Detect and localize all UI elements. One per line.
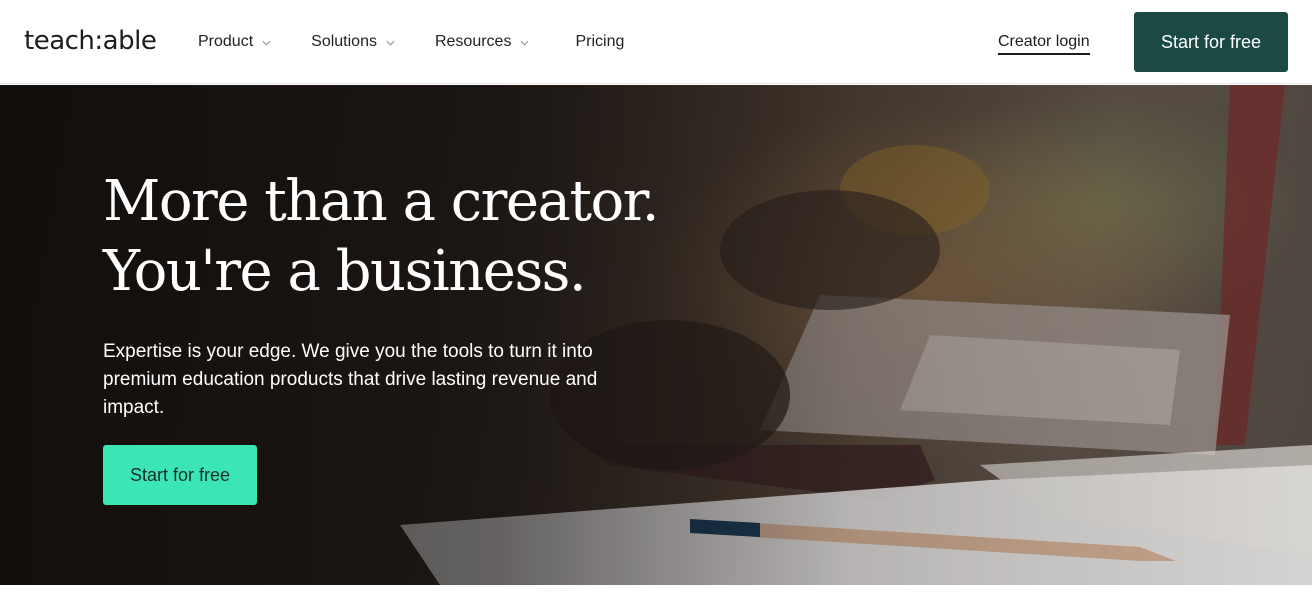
hero-section: More than a creator. You're a business. … bbox=[0, 85, 1312, 585]
nav-solutions-label: Solutions bbox=[311, 33, 377, 50]
hero-overlay bbox=[0, 85, 1312, 585]
hero-title: More than a creator. You're a business. bbox=[103, 167, 743, 307]
main-nav: Product Solutions Resources Pricing bbox=[198, 0, 624, 84]
header-start-free-button[interactable]: Start for free bbox=[1134, 12, 1288, 72]
chevron-down-icon bbox=[520, 38, 529, 47]
chevron-down-icon bbox=[262, 38, 271, 47]
nav-pricing-label: Pricing bbox=[575, 33, 625, 50]
nav-pricing[interactable]: Pricing bbox=[575, 33, 624, 51]
nav-solutions[interactable]: Solutions bbox=[311, 33, 395, 51]
creator-login-link[interactable]: Creator login bbox=[998, 33, 1090, 55]
teachable-logo[interactable]: teach:able bbox=[24, 26, 157, 56]
hero-title-line-2: You're a business. bbox=[103, 239, 587, 304]
hero-subtitle: Expertise is your edge. We give you the … bbox=[103, 341, 598, 418]
chevron-down-icon bbox=[386, 38, 395, 47]
nav-product[interactable]: Product bbox=[198, 33, 271, 51]
nav-resources-label: Resources bbox=[434, 33, 512, 50]
nav-resources[interactable]: Resources bbox=[435, 33, 529, 51]
hero-start-free-button[interactable]: Start for free bbox=[103, 445, 257, 505]
hero-title-line-1: More than a creator. bbox=[103, 169, 660, 234]
site-header: teach:able Product Solutions Resources P… bbox=[0, 0, 1312, 84]
nav-product-label: Product bbox=[198, 33, 254, 50]
